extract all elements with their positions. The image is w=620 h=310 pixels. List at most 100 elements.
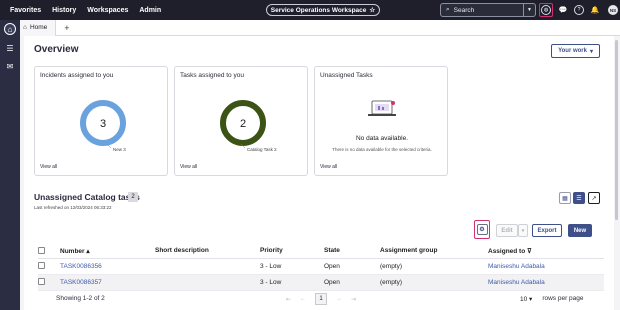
inbox-icon[interactable]: ✉ [4,60,16,72]
current-page[interactable]: 1 [315,293,328,305]
cell-short-description [155,258,260,275]
donut-value: 2 [240,118,246,130]
column-assigned-to[interactable]: Assigned to ⊽ [488,244,604,259]
no-data-subtitle: There is no data available for the selec… [332,147,432,152]
global-search[interactable]: ⌕ Search ▼ [440,3,536,17]
donut-value: 3 [100,118,106,130]
avatar[interactable]: NS [608,5,618,15]
last-page-icon[interactable]: ⇥ [351,296,356,303]
gear-icon: ⚙ [476,224,488,235]
chevron-down-icon[interactable]: ▼ [523,4,535,16]
help-icon[interactable]: ? [574,5,584,15]
workspace-label: Service Operations Workspace [270,6,367,14]
left-sidebar: ⌂ ☰ ✉ [0,20,20,310]
cell-assignment-group: (empty) [380,274,488,291]
rows-per-page-label: rows per page [542,295,584,302]
search-icon: ⌕ [446,6,450,13]
tab-home[interactable]: ⌂ Home [20,19,57,36]
grid-view-button[interactable]: ▦ [559,192,571,204]
chat-icon[interactable]: 💬 [558,5,568,15]
nav-history[interactable]: History [52,7,76,14]
bell-icon[interactable]: 🔔 [590,5,600,15]
list-icon: ☰ [576,195,582,202]
column-number[interactable]: Number ▴ [60,244,155,259]
nav-workspaces[interactable]: Workspaces [87,7,128,14]
no-data-title: No data available. [355,135,409,142]
view-all-link[interactable]: View all [40,164,57,170]
search-input[interactable]: Search [454,7,475,14]
catalog-tasks-table: Number ▴ Short description Priority Stat… [38,244,604,291]
table-row: TASK0086357 3 - Low Open (empty) Manises… [38,274,604,291]
tab-label: Home [29,24,48,31]
main-content: Overview Your work ▾ Incidents assigned … [24,36,614,310]
incidents-donut[interactable]: 3 New 3 [35,67,169,177]
cell-short-description [155,274,260,291]
no-data-illustration-icon [368,100,396,116]
column-assignment-group[interactable]: Assignment group [380,244,488,259]
new-button[interactable]: New [568,224,592,237]
row-checkbox[interactable] [38,262,45,270]
next-page-icon[interactable]: → [336,296,342,302]
tasks-card: Tasks assigned to you 2 Catalog Task 2 V… [174,66,308,176]
table-row: TASK0086356 3 - Low Open (empty) Manises… [38,258,604,275]
cell-state: Open [324,258,380,275]
edit-button[interactable]: Edit [496,224,518,237]
grid-icon: ▦ [562,195,568,202]
nav-favorites[interactable]: Favorites [10,7,41,14]
prev-page-icon[interactable]: ← [300,296,306,302]
column-short-description[interactable]: Short description [155,244,260,259]
donut-legend: Catalog Task 2 [247,147,277,152]
top-navigation-bar: Favorites History Workspaces Admin Servi… [0,0,620,20]
list-view-button[interactable]: ☰ [573,192,585,204]
workspace-pill[interactable]: Service Operations Workspace ☆ [266,4,380,16]
task-number-link[interactable]: TASK0086357 [60,274,155,291]
tabs-bar: ⌂ Home + [20,19,620,36]
main-nav: Favorites History Workspaces Admin [10,7,161,14]
cell-state: Open [324,274,380,291]
first-page-icon[interactable]: ⇤ [286,296,291,303]
cell-assignment-group: (empty) [380,258,488,275]
donut-legend: New 3 [113,147,126,152]
home-icon[interactable]: ⌂ [4,23,16,35]
column-state[interactable]: State [324,244,380,259]
catalog-tasks-title: Unassigned Catalog tasks [34,192,140,202]
export-button[interactable]: Export [532,224,562,237]
sort-asc-icon: ▴ [86,247,90,255]
globe-icon[interactable]: ◍ [541,5,551,15]
your-work-label: Your work [558,48,587,54]
view-all-link[interactable]: View all [320,164,337,170]
showing-count: Showing 1-2 of 2 [56,295,105,302]
nav-admin[interactable]: Admin [139,7,161,14]
list-icon[interactable]: ☰ [4,42,16,54]
column-priority[interactable]: Priority [260,244,324,259]
rows-per-page: 10 ▾ rows per page [520,295,584,303]
overview-title: Overview [34,44,79,55]
your-work-button[interactable]: Your work ▾ [551,44,600,58]
edit-dropdown-button[interactable]: ▾ [518,224,528,237]
task-number-link[interactable]: TASK0086356 [60,258,155,275]
chevron-down-icon: ▾ [529,296,533,303]
view-all-link[interactable]: View all [180,164,197,170]
home-icon: ⌂ [23,24,27,31]
row-checkbox[interactable] [38,278,45,286]
chevron-down-icon: ▾ [589,48,593,55]
unassigned-tasks-card: Unassigned Tasks No data available. Ther… [314,66,448,176]
rows-per-page-select[interactable]: 10 ▾ [520,295,532,303]
filter-icon: ⊽ [527,247,532,255]
open-external-button[interactable]: ↗ [588,192,600,204]
select-all-checkbox[interactable] [38,247,45,255]
assigned-to-link[interactable]: Maniseshu Adabala [488,274,604,291]
table-header-row: Number ▴ Short description Priority Stat… [38,244,604,259]
scrollbar[interactable] [615,40,618,220]
tasks-donut[interactable]: 2 Catalog Task 2 [175,67,309,177]
external-link-icon: ↗ [591,195,597,202]
star-icon[interactable]: ☆ [369,6,375,14]
list-settings-button[interactable]: ⚙ [474,220,490,239]
last-refreshed: Last refreshed on 12/03/2024 06:33:22 [34,205,112,210]
count-badge: 2 [128,192,138,202]
incidents-card: Incidents assigned to you 3 New 3 View a… [34,66,168,176]
cell-priority: 3 - Low [260,274,324,291]
assigned-to-link[interactable]: Maniseshu Adabala [488,258,604,275]
add-tab-icon[interactable]: + [64,23,69,33]
pagination: ⇤ ← 1 → ⇥ [286,293,356,305]
